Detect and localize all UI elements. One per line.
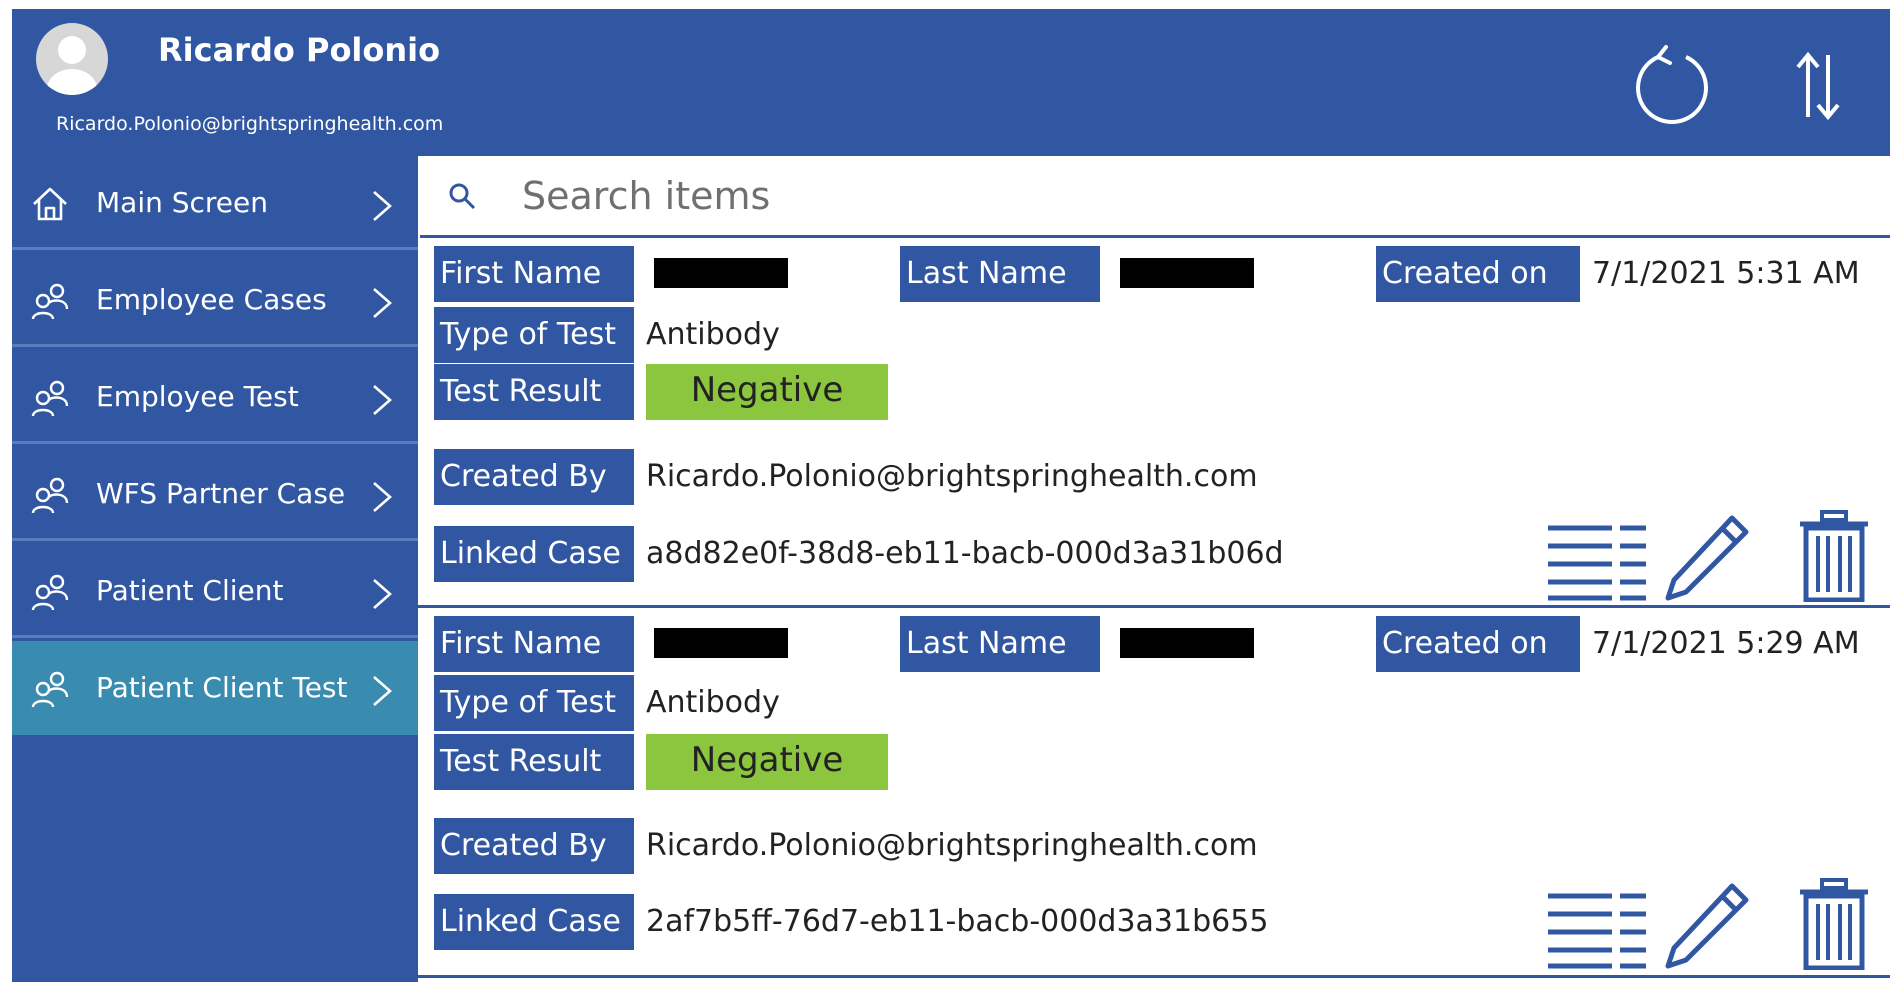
delete-trash-icon[interactable]	[1798, 510, 1870, 602]
details-list-icon[interactable]	[1546, 890, 1650, 970]
user-name: Ricardo Polonio	[158, 31, 441, 69]
record-card[interactable]: First Name Last Name Created on 7/1/2021…	[418, 238, 1890, 608]
delete-trash-icon[interactable]	[1798, 878, 1870, 970]
sidebar-item-label: WFS Partner Case	[96, 477, 346, 510]
record-card[interactable]: First Name Last Name Created on 7/1/2021…	[418, 608, 1890, 978]
type-of-test-label: Type of Test	[434, 675, 634, 731]
created-by-label: Created By	[434, 449, 634, 505]
search-bar	[420, 156, 1890, 238]
last-name-label: Last Name	[900, 616, 1100, 672]
first-name-value-redacted	[654, 258, 788, 288]
home-icon	[33, 187, 67, 221]
refresh-button[interactable]	[1630, 43, 1714, 127]
last-name-value-redacted	[1120, 628, 1254, 658]
user-email: Ricardo.Polonio@brightspringhealth.com	[56, 113, 444, 135]
refresh-icon	[1636, 45, 1708, 124]
people-icon	[31, 380, 69, 417]
main-content: First Name Last Name Created on 7/1/2021…	[418, 156, 1890, 982]
sidebar-item-label: Patient Client Test	[96, 671, 348, 704]
sidebar-item-label: Employee Cases	[96, 283, 327, 316]
user-avatar-icon[interactable]	[36, 23, 108, 95]
first-name-value-redacted	[654, 628, 788, 658]
last-name-value-redacted	[1120, 258, 1254, 288]
app-header: Ricardo Polonio Ricardo.Polonio@brightsp…	[12, 9, 1890, 156]
details-list-icon[interactable]	[1546, 522, 1650, 602]
chevron-right-icon	[373, 676, 392, 706]
people-icon	[31, 574, 69, 611]
first-name-label: First Name	[434, 616, 634, 672]
type-of-test-value: Antibody	[646, 685, 780, 720]
created-on-label: Created on	[1376, 616, 1580, 672]
created-on-value: 7/1/2021 5:31 AM	[1592, 256, 1860, 291]
test-result-badge: Negative	[646, 364, 888, 420]
created-by-value: Ricardo.Polonio@brightspringhealth.com	[646, 828, 1258, 863]
sidebar-item-patient-client[interactable]: Patient Client	[12, 544, 418, 638]
chevron-right-icon	[373, 288, 392, 318]
last-name-label: Last Name	[900, 246, 1100, 302]
chevron-right-icon	[373, 191, 392, 221]
linked-case-label: Linked Case	[434, 894, 634, 950]
sidebar-item-patient-client-test[interactable]: Patient Client Test	[12, 641, 418, 735]
chevron-right-icon	[373, 482, 392, 512]
test-result-badge: Negative	[646, 734, 888, 790]
type-of-test-label: Type of Test	[434, 307, 634, 363]
test-result-label: Test Result	[434, 364, 634, 420]
search-input[interactable]	[520, 170, 1824, 222]
sort-button[interactable]	[1790, 49, 1846, 123]
linked-case-value: a8d82e0f-38d8-eb11-bacb-000d3a31b06d	[646, 536, 1284, 571]
test-result-label: Test Result	[434, 734, 634, 790]
created-on-label: Created on	[1376, 246, 1580, 302]
sort-icon	[1796, 51, 1840, 121]
app-window: Ricardo Polonio Ricardo.Polonio@brightsp…	[12, 9, 1890, 982]
people-icon	[31, 477, 69, 514]
sidebar-item-label: Employee Test	[96, 380, 299, 413]
linked-case-value: 2af7b5ff-76d7-eb11-bacb-000d3a31b655	[646, 904, 1269, 939]
search-icon	[449, 183, 476, 210]
people-icon	[31, 283, 69, 320]
people-icon	[31, 671, 69, 708]
edit-pencil-icon[interactable]	[1662, 512, 1752, 602]
sidebar-item-employee-cases[interactable]: Employee Cases	[12, 253, 418, 347]
sidebar-item-wfs-partner-case[interactable]: WFS Partner Case	[12, 447, 418, 541]
edit-pencil-icon[interactable]	[1662, 880, 1752, 970]
sidebar-nav: Main Screen Employee Cases Employee Test…	[12, 156, 418, 982]
chevron-right-icon	[373, 385, 392, 415]
type-of-test-value: Antibody	[646, 317, 780, 352]
sidebar-item-employee-test[interactable]: Employee Test	[12, 350, 418, 444]
sidebar-item-main-screen[interactable]: Main Screen	[12, 156, 418, 250]
sidebar-item-label: Main Screen	[96, 186, 269, 219]
linked-case-label: Linked Case	[434, 526, 634, 582]
created-by-label: Created By	[434, 818, 634, 874]
sidebar-item-label: Patient Client	[96, 574, 284, 607]
created-on-value: 7/1/2021 5:29 AM	[1592, 626, 1860, 661]
chevron-right-icon	[373, 579, 392, 609]
created-by-value: Ricardo.Polonio@brightspringhealth.com	[646, 459, 1258, 494]
first-name-label: First Name	[434, 246, 634, 302]
